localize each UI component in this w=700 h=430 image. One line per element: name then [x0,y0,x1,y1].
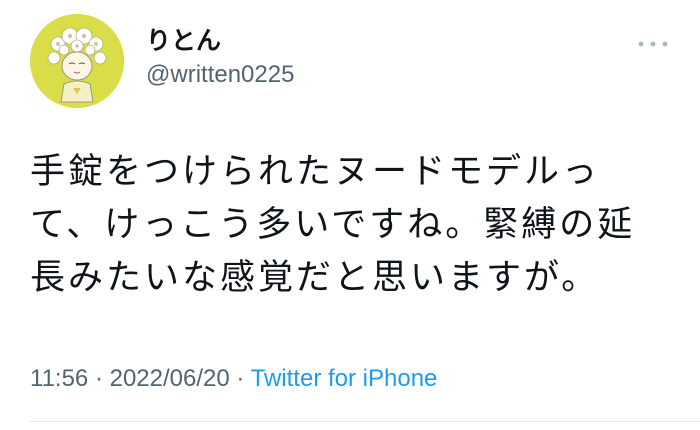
tweet-metadata: 11:56 · 2022/06/20 · Twitter for iPhone [30,364,437,394]
user-handle[interactable]: @written0225 [146,60,294,90]
divider [30,421,700,422]
tweet-source-link[interactable]: Twitter for iPhone [251,365,438,392]
meta-separator-2: · [229,365,251,392]
tweet: りとん @written0225 手錠をつけられたヌードモデルっ て、けっこう多… [0,0,700,430]
display-name[interactable]: りとん [146,26,221,56]
meta-separator: · [88,365,110,392]
tweet-text: 手錠をつけられたヌードモデルっ て、けっこう多いですね。緊縛の延 長みたいな感覚… [30,152,636,298]
tweet-date[interactable]: 2022/06/20 [110,365,230,392]
avatar[interactable] [30,14,124,108]
more-options-icon[interactable] [636,36,670,50]
tweet-time[interactable]: 11:56 [30,365,88,392]
avatar-illustration-icon [30,14,124,108]
